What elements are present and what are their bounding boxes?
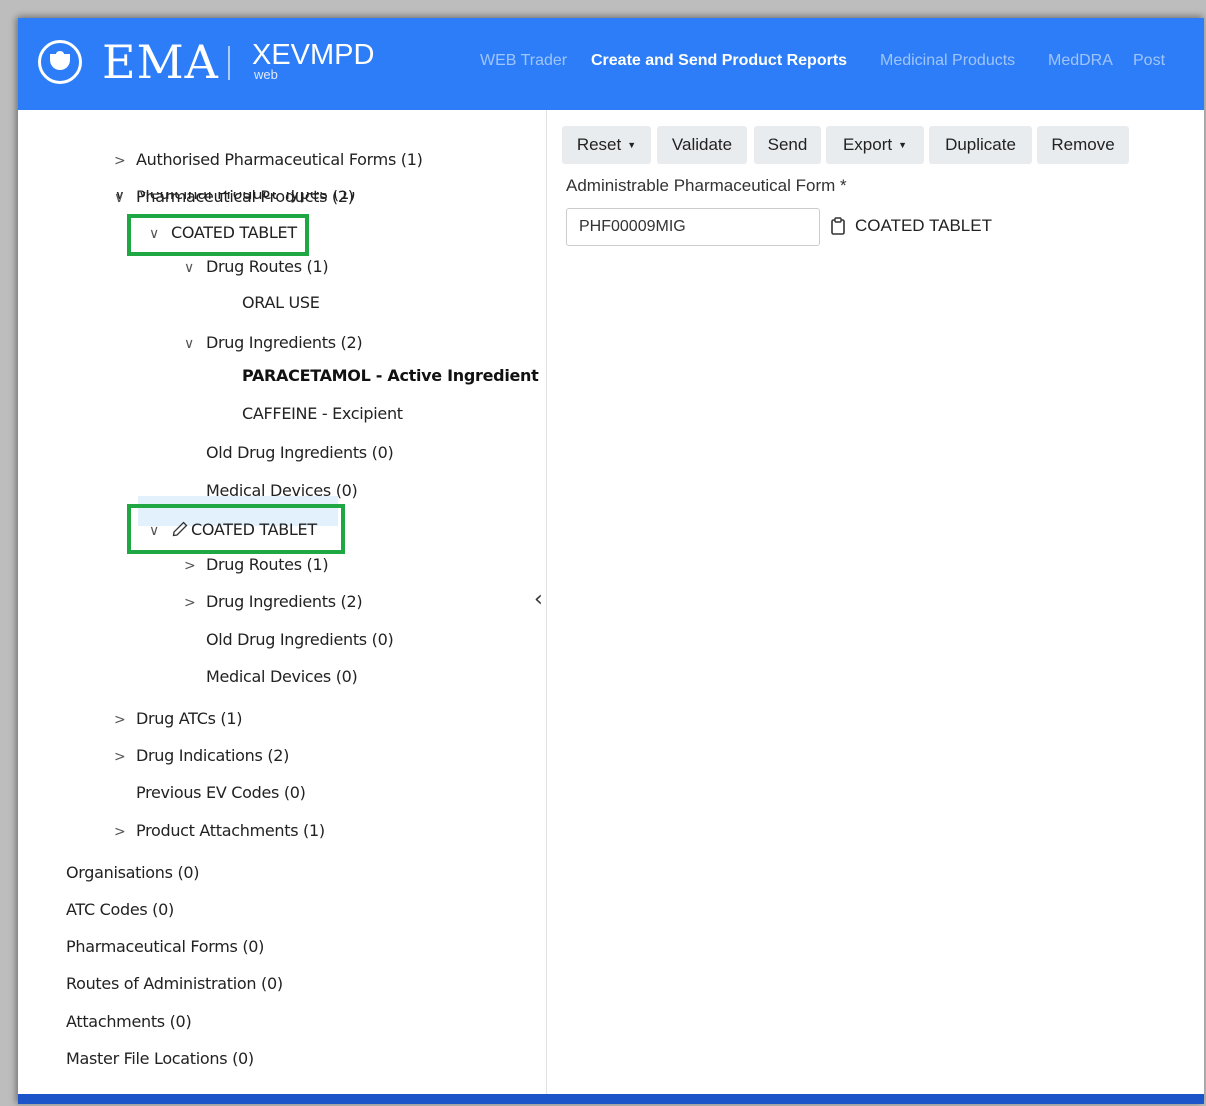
caret-down-icon: ▼	[627, 140, 637, 150]
send-button[interactable]: Send	[754, 126, 821, 164]
app-subtitle: web	[254, 67, 278, 82]
tree-item-drug-ingredients[interactable]: ∨ Drug Ingredients (2)	[184, 328, 363, 359]
administrable-form-code-field[interactable]: PHF00009MIG	[566, 208, 820, 246]
chevron-down-icon[interactable]: ∨	[184, 329, 206, 359]
tree-item-drug-indications[interactable]: > Drug Indications (2)	[114, 741, 289, 771]
tree-item-oral-use[interactable]: ORAL USE	[242, 288, 320, 318]
duplicate-button[interactable]: Duplicate	[929, 126, 1032, 164]
logo-divider	[228, 46, 230, 80]
pane-divider[interactable]	[546, 110, 547, 1104]
reset-button[interactable]: Reset ▼	[562, 126, 651, 164]
tree-item-drug-routes[interactable]: ∨ Drug Routes (1)	[184, 252, 329, 283]
tree-item-product-attachments[interactable]: > Product Attachments (1)	[114, 816, 325, 846]
nav-meddra[interactable]: MedDRA	[1048, 50, 1113, 72]
chevron-right-icon[interactable]: >	[114, 742, 136, 772]
highlight-box	[127, 214, 309, 256]
chevron-left-icon[interactable]: ‹	[534, 588, 543, 612]
tree-item-authorised-forms[interactable]: > Authorised Pharmaceutical Forms (1)	[114, 145, 423, 175]
tree-item-routes-of-administration[interactable]: Routes of Administration (0)	[66, 969, 283, 999]
validate-button[interactable]: Validate	[657, 126, 747, 164]
tree-item-attachments[interactable]: Attachments (0)	[66, 1007, 192, 1037]
chevron-down-icon[interactable]: ∨	[184, 253, 206, 283]
tree-item-atc-codes[interactable]: ATC Codes (0)	[66, 895, 174, 925]
bottom-bar	[18, 1094, 1204, 1104]
top-navigation-bar: EMA XEVMPD web WEB Trader Create and Sen…	[18, 18, 1204, 110]
nav-medicinal-products[interactable]: Medicinal Products	[880, 50, 1015, 72]
caret-down-icon: ▼	[898, 140, 908, 150]
tree-item-old-drug-ingredients[interactable]: Old Drug Ingredients (0)	[206, 438, 394, 468]
chevron-right-icon[interactable]: >	[114, 705, 136, 735]
nav-web-trader[interactable]: WEB Trader	[480, 50, 567, 72]
app-window: EMA XEVMPD web WEB Trader Create and Sen…	[18, 18, 1204, 1104]
chevron-right-icon[interactable]: >	[184, 551, 206, 581]
tree-item-drug-ingredients[interactable]: > Drug Ingredients (2)	[184, 587, 363, 618]
ema-logo-icon	[38, 40, 82, 84]
tree-item-organisations[interactable]: Organisations (0)	[66, 858, 200, 888]
tree-item-drug-routes[interactable]: > Drug Routes (1)	[184, 550, 329, 581]
tree-panel: ∨ Medicinal Product Types (1) > Authorised…	[18, 110, 546, 1104]
export-button[interactable]: Export ▼	[826, 126, 924, 164]
tree-item-pharmaceutical-products[interactable]: ∨ Pharmaceutical Products (2)	[114, 182, 354, 212]
nav-post[interactable]: Post	[1133, 50, 1165, 72]
nav-create-send-reports[interactable]: Create and Send Product Reports	[591, 50, 847, 72]
tree-item-paracetamol[interactable]: PARACETAMOL - Active Ingredient	[242, 361, 539, 391]
tree-item-drug-atcs[interactable]: > Drug ATCs (1)	[114, 704, 242, 734]
tree-item-caffeine[interactable]: CAFFEINE - Excipient	[242, 399, 403, 429]
tree-item-old-drug-ingredients[interactable]: Old Drug Ingredients (0)	[206, 625, 394, 655]
administrable-form-description: COATED TABLET	[855, 216, 992, 235]
administrable-form-label: Administrable Pharmaceutical Form *	[566, 176, 847, 195]
tree-item-pharmaceutical-forms[interactable]: Pharmaceutical Forms (0)	[66, 932, 264, 962]
tree-item-medical-devices[interactable]: Medical Devices (0)	[206, 662, 358, 692]
chevron-right-icon[interactable]: >	[184, 588, 206, 618]
chevron-right-icon[interactable]: >	[114, 146, 136, 176]
highlight-box	[127, 504, 345, 554]
tree-item-previous-ev-codes[interactable]: Previous EV Codes (0)	[136, 778, 306, 808]
logo-text: EMA	[102, 35, 219, 89]
tree-item-master-file-locations[interactable]: Master File Locations (0)	[66, 1044, 254, 1074]
chevron-right-icon[interactable]: >	[114, 817, 136, 847]
clipboard-icon[interactable]	[830, 217, 846, 235]
chevron-down-icon[interactable]: ∨	[114, 183, 136, 213]
remove-button[interactable]: Remove	[1037, 126, 1129, 164]
